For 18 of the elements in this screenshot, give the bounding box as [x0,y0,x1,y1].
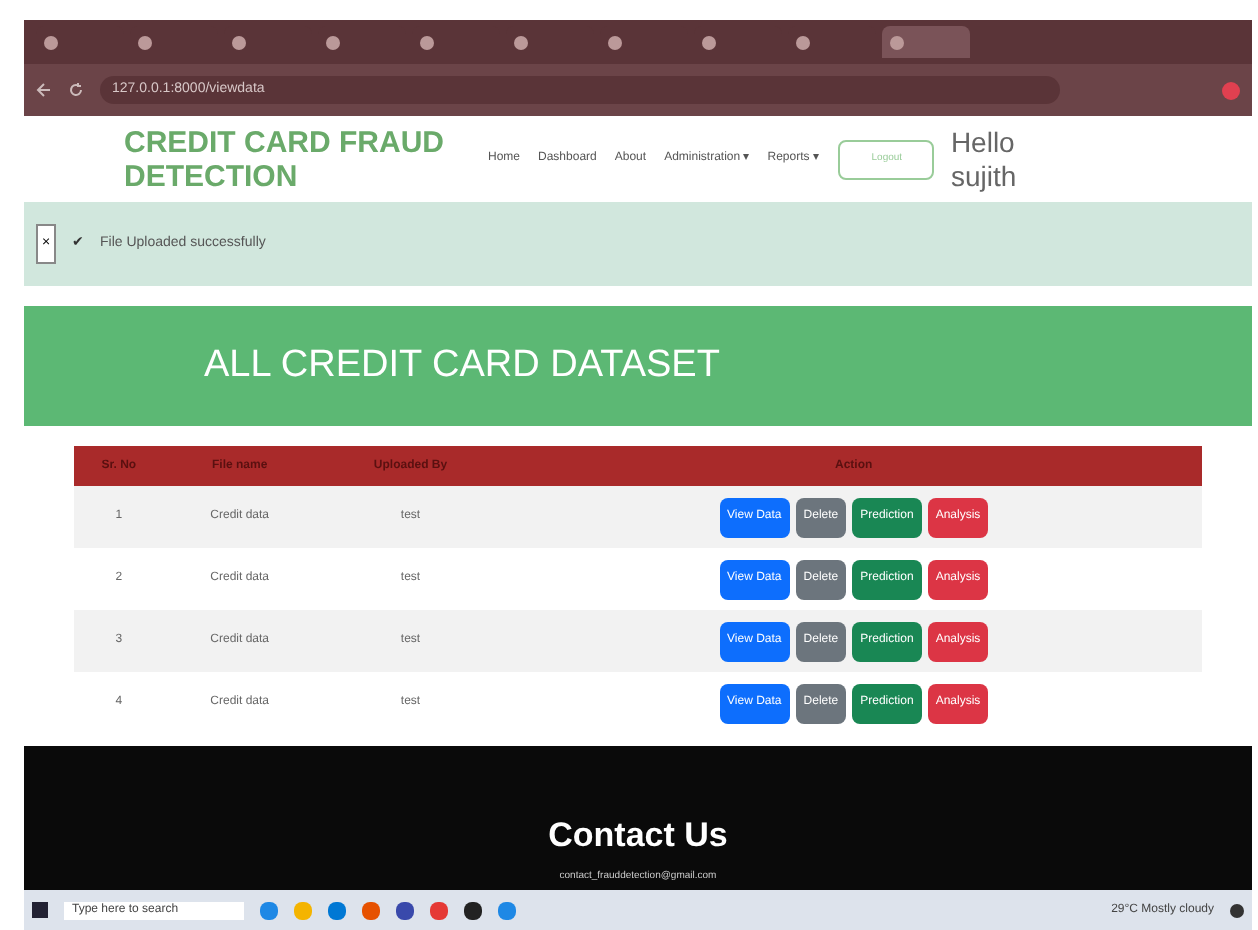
tab-favicon-icon [326,35,340,49]
site-title[interactable]: CREDIT CARD FRAUD DETECTION [124,125,464,193]
back-arrow-icon[interactable] [36,82,52,98]
tab-favicon-icon [514,35,528,49]
banner-title: ALL CREDIT CARD DATASET [204,341,720,390]
tab-favicon-icon [138,35,152,49]
tab-favicon-icon [420,35,434,49]
tab-favicon-icon [702,35,716,49]
greeting-text: Hello sujith [950,125,1019,193]
tab-favicon-icon [44,35,58,49]
tab-favicon-icon [796,35,810,49]
tab-favicon-icon [232,35,246,49]
footer-title: Contact Us [548,814,728,858]
browser-tab[interactable] [882,26,970,58]
reload-icon[interactable] [68,82,84,98]
tab-favicon-icon [890,35,904,49]
tab-favicon-icon [608,35,622,49]
start-icon[interactable] [32,902,48,918]
